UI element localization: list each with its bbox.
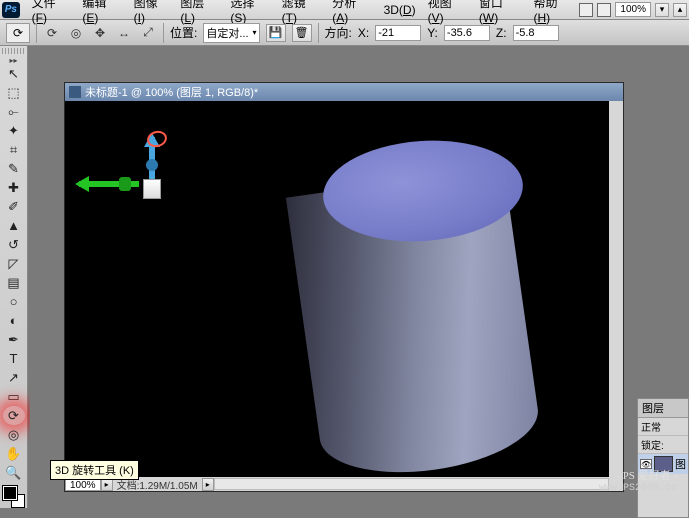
tool-brush[interactable]: ✐ (3, 197, 25, 216)
layers-tab[interactable]: 图层 (638, 399, 688, 418)
position-select[interactable]: 自定对... (203, 23, 259, 43)
zoom-level[interactable]: 100% (615, 2, 651, 17)
watermark-line2: www.PS2000.cn (599, 483, 677, 495)
3d-rotate-icon[interactable]: ⟳ (43, 24, 61, 42)
tool-path[interactable]: ↗ (3, 368, 25, 387)
tool-lasso[interactable]: ⟜ (3, 102, 25, 121)
3d-gizmo[interactable] (79, 131, 199, 211)
tool-eraser[interactable]: ◸ (3, 254, 25, 273)
tool-shape[interactable]: ▭ (3, 387, 25, 406)
h-scrollbar[interactable] (214, 478, 609, 490)
tool-stamp[interactable]: ▲ (3, 216, 25, 235)
z-label: Z: (496, 26, 507, 40)
toolbox-toggle[interactable]: ▸▸ (9, 56, 17, 64)
collapse-button[interactable]: ▴ (673, 3, 687, 17)
toolbox-grip[interactable] (2, 48, 26, 54)
tool-crop[interactable]: ⌗ (3, 140, 25, 159)
tool-type[interactable]: T (3, 349, 25, 368)
tool-pen[interactable]: ✒ (3, 330, 25, 349)
tool-blur[interactable]: ○ (3, 292, 25, 311)
menu-analysis[interactable]: 分析(A) (326, 0, 377, 27)
workspace: 未标题-1 @ 100% (图层 1, RGB/8)* 100% ▸ 文档:1.… (30, 48, 689, 501)
menu-help[interactable]: 帮助(H) (527, 0, 579, 27)
blend-mode[interactable]: 正常 (638, 418, 688, 436)
3d-roll-icon[interactable]: ◎ (67, 24, 85, 42)
menu-view[interactable]: 视图(V) (422, 0, 473, 27)
toolbox: ▸▸ ↖⬚⟜✦⌗✎✚✐▲↺◸▤○◐✒T↗▭⟳◎✋🔍 (0, 46, 28, 508)
tool-heal[interactable]: ✚ (3, 178, 25, 197)
menu-bar: Ps 文件(F) 编辑(E) 图像(I) 图层(L) 选择(S) 滤镜(T) 分… (0, 0, 689, 20)
tool-dodge[interactable]: ◐ (3, 311, 25, 330)
position-label: 位置: (170, 24, 197, 41)
tool-3d-rotate[interactable]: ⟳ (3, 406, 25, 425)
layers-panel: 图层 正常 锁定: 👁 图 (637, 398, 689, 518)
y-label: Y: (427, 26, 438, 40)
gizmo-x-axis[interactable] (79, 181, 139, 187)
3d-pan-icon[interactable]: ✥ (91, 24, 109, 42)
status-bar: 100% ▸ 文档:1.29M/1.05M ▸ (65, 477, 609, 491)
y-input[interactable] (444, 25, 490, 41)
doc-icon (69, 86, 81, 98)
options-bar: ⟳ ⟳ ◎ ✥ ↔ ⤢ 位置: 自定对... 💾 🗑 方向: X: Y: Z: (0, 20, 689, 46)
foreground-swatch[interactable] (3, 486, 17, 500)
tool-tooltip: 3D 旋转工具 (K) (50, 460, 139, 480)
document-title: 未标题-1 @ 100% (图层 1, RGB/8)* (85, 84, 258, 100)
watermark: - PS 爱好者 - www.PS2000.cn (599, 470, 677, 495)
zoom-dropdown[interactable]: ▾ (655, 3, 669, 17)
tool-wand[interactable]: ✦ (3, 121, 25, 140)
save-preset-icon[interactable]: 💾 (266, 24, 286, 42)
visibility-icon[interactable]: 👁 (640, 459, 652, 469)
tool-marquee[interactable]: ⬚ (3, 83, 25, 102)
3d-slide-icon[interactable]: ↔ (115, 24, 133, 42)
z-input[interactable] (513, 25, 559, 41)
canvas[interactable] (65, 101, 609, 477)
document-titlebar[interactable]: 未标题-1 @ 100% (图层 1, RGB/8)* (65, 83, 623, 101)
gizmo-base[interactable] (143, 179, 161, 199)
v-scrollbar[interactable] (609, 101, 623, 477)
workspace-icon[interactable] (597, 3, 611, 17)
menu-3d[interactable]: 3D(D) (378, 1, 422, 19)
tool-hand[interactable]: ✋ (3, 444, 25, 463)
menu-window[interactable]: 窗口(W) (473, 0, 528, 27)
tool-eyedropper[interactable]: ✎ (3, 159, 25, 178)
direction-label: 方向: (325, 24, 352, 41)
screen-mode-icon[interactable] (579, 3, 593, 17)
x-label: X: (358, 26, 369, 40)
tool-move[interactable]: ↖ (3, 64, 25, 83)
active-tool-preview[interactable]: ⟳ (6, 23, 30, 43)
x-input[interactable] (375, 25, 421, 41)
tool-gradient[interactable]: ▤ (3, 273, 25, 292)
watermark-line1: - PS 爱好者 - (599, 470, 677, 483)
tool-3d-camera[interactable]: ◎ (3, 425, 25, 444)
delete-preset-icon[interactable]: 🗑 (292, 24, 312, 42)
tool-history[interactable]: ↺ (3, 235, 25, 254)
3d-scale-icon[interactable]: ⤢ (139, 24, 157, 42)
tool-zoom[interactable]: 🔍 (3, 463, 25, 482)
doc-info-arrow[interactable]: ▸ (202, 478, 214, 491)
document-window: 未标题-1 @ 100% (图层 1, RGB/8)* 100% ▸ 文档:1.… (64, 82, 624, 492)
color-swatches[interactable] (3, 486, 25, 508)
lock-row[interactable]: 锁定: (638, 436, 688, 454)
app-logo: Ps (2, 2, 20, 18)
